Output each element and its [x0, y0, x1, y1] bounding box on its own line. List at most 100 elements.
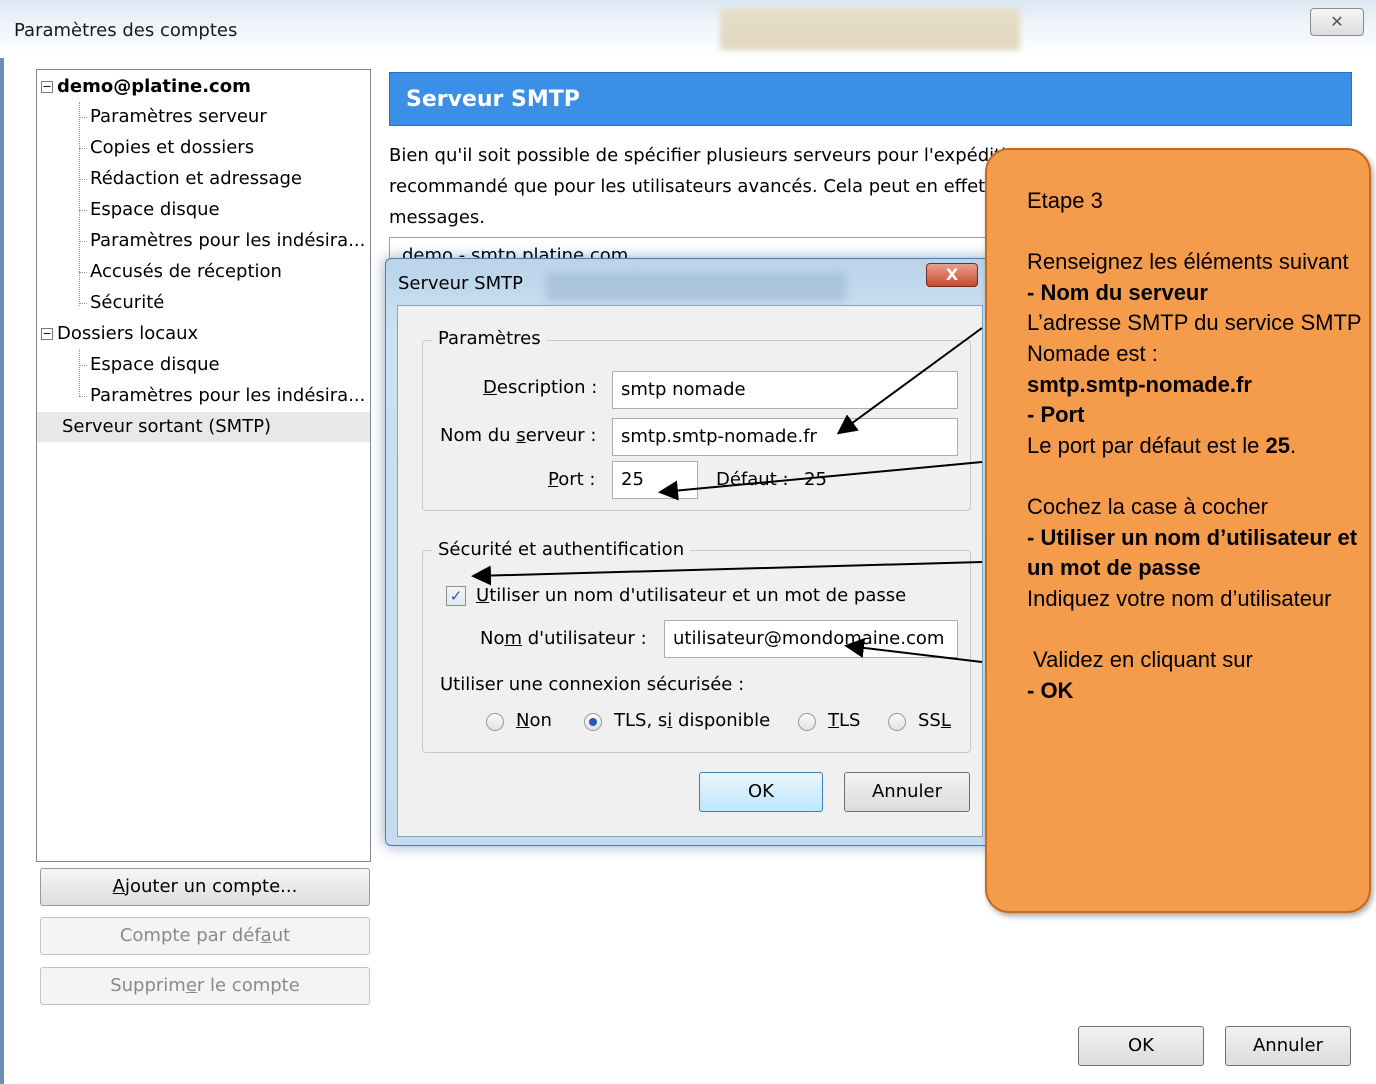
dialog-close-button[interactable]: X — [926, 263, 978, 287]
tree-item-junk-settings[interactable]: Paramètres pour les indésira... — [90, 226, 365, 256]
tree-item-local-junk-settings[interactable]: Paramètres pour les indésira... — [90, 381, 365, 411]
blurred-background — [546, 273, 846, 301]
smtp-description: Bien qu'il soit possible de spécifier pl… — [389, 140, 1029, 233]
port-label: Port : — [548, 469, 595, 490]
mnemonic: P — [548, 469, 559, 490]
callout-user-text: Indiquez votre nom d’utilisateur — [1027, 585, 1332, 611]
title-bar: Paramètres des comptes ✕ — [0, 0, 1376, 58]
tree-guide — [79, 102, 80, 306]
description-label: Description : — [483, 377, 597, 398]
callout-text: Etape 3 Renseignez les éléments suivant … — [1027, 186, 1367, 706]
tree-tick — [79, 179, 87, 180]
tree-tick — [79, 272, 87, 273]
parameters-legend: Paramètres — [432, 328, 547, 349]
tree-guide — [79, 349, 80, 396]
collapse-icon[interactable]: − — [41, 328, 53, 340]
radio-tls-if-available-label[interactable]: TLS, si disponible — [614, 710, 770, 731]
callout-server-heading: - Nom du serveur — [1027, 279, 1208, 305]
tree-tick — [79, 303, 87, 304]
callout-port-heading: - Port — [1027, 402, 1085, 428]
callout-port-value: 25 — [1265, 432, 1290, 458]
close-icon: ✕ — [1330, 12, 1344, 31]
button-label: ut — [271, 925, 291, 946]
button-label: jouter un compte... — [124, 876, 298, 897]
use-auth-checkbox[interactable]: ✓ — [446, 586, 466, 606]
tree-item-local-folders[interactable]: − Dossiers locaux — [41, 319, 198, 349]
username-input[interactable]: utilisateur@mondomaine.com — [664, 620, 958, 658]
button-label: Supprim — [110, 975, 186, 996]
tree-item-security[interactable]: Sécurité — [90, 288, 164, 318]
tree-tick — [79, 210, 87, 211]
description-line: Bien qu'il soit possible de spécifier pl… — [389, 145, 1029, 166]
radio-tls-if-available[interactable] — [584, 713, 602, 731]
label-text: TLS, s — [614, 710, 668, 731]
add-account-button[interactable]: Ajouter un compte... — [40, 868, 370, 906]
radio-ssl[interactable] — [888, 713, 906, 731]
radio-none-label[interactable]: Non — [516, 710, 552, 731]
label-text: LS — [839, 710, 861, 731]
tree-item-server-settings[interactable]: Paramètres serveur — [90, 102, 267, 132]
mnemonic: m — [504, 628, 523, 649]
tree-item-composition[interactable]: Rédaction et adressage — [90, 164, 302, 194]
radio-ssl-label[interactable]: SSL — [918, 710, 951, 731]
tree-tick — [79, 241, 87, 242]
close-window-button[interactable]: ✕ — [1310, 8, 1364, 36]
default-account-button[interactable]: Compte par défaut — [40, 917, 370, 955]
tree-tick — [79, 117, 87, 118]
delete-account-button[interactable]: Supprimer le compte — [40, 967, 370, 1005]
tree-item-receipts[interactable]: Accusés de réception — [90, 257, 282, 287]
callout-check-intro: Cochez la case à cocher — [1027, 493, 1268, 519]
button-label: Compte par déf — [119, 925, 261, 946]
tree-item-disk-space[interactable]: Espace disque — [90, 195, 220, 225]
dialog-ok-button[interactable]: OK — [699, 772, 823, 812]
tree-item-outgoing-server[interactable]: Serveur sortant (SMTP) — [37, 412, 370, 442]
callout-ok-heading: - OK — [1027, 677, 1074, 703]
mnemonic: U — [476, 585, 490, 606]
radio-tls[interactable] — [798, 713, 816, 731]
local-folders-label: Dossiers locaux — [57, 323, 199, 344]
callout-validate-text: Validez en cliquant sur — [1027, 646, 1253, 672]
server-name-input[interactable]: smtp.smtp-nomade.fr — [612, 418, 958, 456]
mnemonic: T — [828, 710, 839, 731]
description-input[interactable]: smtp nomade — [612, 371, 958, 409]
mnemonic: e — [185, 975, 197, 996]
check-icon: ✓ — [449, 587, 463, 605]
default-port-value: 25 — [804, 469, 827, 490]
page-title: Serveur SMTP — [389, 72, 1352, 126]
callout-server-text: L’adresse SMTP du service SMTP Nomade es… — [1027, 310, 1362, 366]
tree-tick — [79, 396, 87, 397]
ok-button[interactable]: OK — [1078, 1026, 1204, 1066]
callout-port-line: Le port par défaut est le 25. — [1027, 431, 1367, 462]
button-label: r le compte — [196, 975, 300, 996]
mnemonic: L — [940, 710, 951, 731]
callout-check-heading: - Utiliser un nom d’utilisateur et un mo… — [1027, 524, 1358, 581]
label-text: SS — [918, 710, 941, 731]
description-line: recommandé que pour les utilisateurs ava… — [389, 176, 999, 197]
mnemonic: a — [260, 925, 272, 946]
username-label: Nom d'utilisateur : — [480, 628, 647, 649]
tree-item-local-disk-space[interactable]: Espace disque — [90, 350, 220, 380]
callout-server-value: smtp.smtp-nomade.fr — [1027, 371, 1252, 397]
mnemonic: D — [483, 377, 497, 398]
account-tree[interactable]: − demo@platine.com Paramètres serveur Cop… — [36, 69, 371, 862]
radio-none[interactable] — [486, 713, 504, 731]
tree-tick — [79, 148, 87, 149]
radio-tls-label[interactable]: TLS — [828, 710, 860, 731]
callout-step: Etape 3 — [1027, 188, 1103, 213]
dialog-cancel-button[interactable]: Annuler — [844, 772, 970, 812]
callout-port-suffix: . — [1289, 432, 1297, 458]
cancel-button[interactable]: Annuler — [1225, 1026, 1351, 1066]
port-input[interactable]: 25 — [612, 461, 698, 499]
collapse-icon[interactable]: − — [41, 81, 53, 93]
tree-item-account[interactable]: − demo@platine.com — [41, 72, 251, 102]
label-text: tiliser un nom d'utilisateur et un mot d… — [489, 585, 907, 606]
tree-item-copies-folders[interactable]: Copies et dossiers — [90, 133, 254, 163]
use-auth-label[interactable]: Utiliser un nom d'utilisateur et un mot … — [476, 585, 906, 606]
label-text: No — [480, 628, 505, 649]
mnemonic: N — [516, 710, 530, 731]
default-port-label: Défaut : — [716, 469, 789, 490]
instruction-callout: Etape 3 Renseignez les éléments suivant … — [985, 148, 1371, 913]
label-text: ort : — [558, 469, 596, 490]
